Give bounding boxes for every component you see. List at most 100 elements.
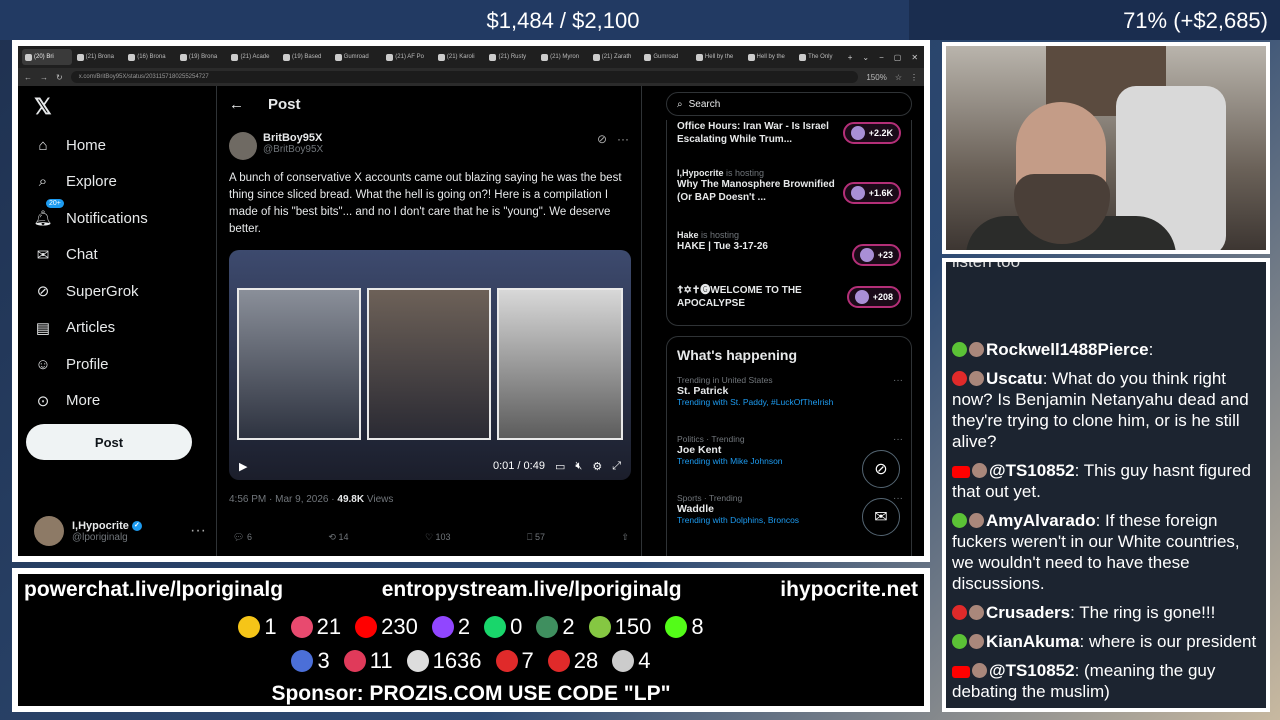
forward-icon[interactable]: → — [40, 73, 48, 82]
more-dots-icon[interactable]: ··· — [893, 434, 903, 445]
browser-tab[interactable]: (21) Zarath — [590, 49, 640, 65]
trend-related-links[interactable]: St. Paddy, #LuckOfTheIrish — [730, 397, 833, 407]
grok-fab-icon[interactable]: ⊘ — [862, 450, 900, 488]
space-listeners-pill[interactable]: +23 — [851, 244, 901, 266]
avatar[interactable] — [229, 132, 257, 160]
settings-icon[interactable]: ⚙ — [592, 460, 602, 473]
account-switcher[interactable]: I,Hypocrite ✓ @lporiginalg ··· — [34, 516, 206, 546]
browser-tab[interactable]: (21) Myron — [538, 49, 588, 65]
chat-username[interactable]: AmyAlvarado — [986, 511, 1096, 530]
browser-tab[interactable]: (16) Brona — [125, 49, 175, 65]
post-header: ← Post — [229, 96, 301, 113]
stream-link[interactable]: ihypocrite.net — [780, 578, 918, 602]
space-listeners-pill[interactable]: +1.6K — [842, 182, 901, 204]
video-frame-right — [497, 288, 623, 440]
live-spaces-panel: Office Hours: Iran War - Is Israel Escal… — [666, 120, 912, 326]
reply-button[interactable]: 💬︎ 6 — [233, 532, 252, 543]
close-window-button[interactable]: ✕ — [911, 53, 918, 62]
like-count: 103 — [435, 532, 451, 542]
space-listeners-pill[interactable]: +208 — [846, 286, 901, 308]
bookmark-button[interactable]: ⎕ 57 — [527, 532, 545, 543]
share-icon[interactable]: ⇧ — [621, 532, 629, 543]
more-dots-icon[interactable]: ··· — [893, 375, 903, 386]
stream-link[interactable]: entropystream.live/lporiginalg — [382, 578, 682, 602]
search-input[interactable]: ⌕ Search — [666, 92, 912, 116]
extensions-icon[interactable]: ⋮ — [910, 73, 918, 82]
post-timestamp[interactable]: 4:56 PM · Mar 9, 2026 · — [229, 494, 337, 505]
more-dots-icon[interactable]: ··· — [190, 522, 206, 540]
nav-item-profile[interactable]: ☺ Profile — [34, 355, 108, 373]
browser-tab[interactable]: (21) Rusty — [486, 49, 536, 65]
x-logo-icon[interactable]: 𝕏 — [34, 94, 52, 120]
browser-tab[interactable]: The Only — [796, 49, 846, 65]
repost-button[interactable]: ⟲ 14 — [328, 532, 348, 543]
stream-link[interactable]: powerchat.live/lporiginalg — [24, 578, 283, 602]
chat-username[interactable]: KianAkuma — [986, 632, 1080, 651]
address-bar[interactable]: x.com/BritBoy95X/status/2031157180255254… — [70, 71, 859, 83]
nav-item-articles[interactable]: ▤ Articles — [34, 319, 115, 337]
maximize-button[interactable]: ▢ — [894, 53, 902, 62]
chat-username[interactable]: Rockwell1488Pierce — [986, 340, 1149, 359]
live-space-item[interactable]: ☦✡✝🅖WELCOME TO THE APOCALYPSE +208 — [677, 284, 907, 310]
reload-icon[interactable]: ↻ — [56, 73, 63, 82]
live-space-item[interactable]: Hake is hosting HAKE | Tue 3-17-26 +23 — [677, 230, 907, 266]
live-space-item[interactable]: I,Hypocrite is hosting Why The Manosphere… — [677, 168, 907, 204]
browser-tab[interactable]: Hell by the — [745, 49, 795, 65]
browser-tab[interactable]: (21) AF Po — [383, 49, 433, 65]
tab-list-button[interactable]: ⌄ — [862, 53, 869, 62]
browser-tab[interactable]: (21) Karoli — [435, 49, 485, 65]
nav-item-label: SuperGrok — [66, 282, 139, 300]
post-button[interactable]: Post — [26, 424, 192, 460]
more-dots-icon[interactable]: ··· — [893, 493, 903, 504]
back-arrow-icon[interactable]: ← — [229, 96, 244, 113]
like-button[interactable]: ♡ 103 — [425, 532, 451, 543]
chat-username[interactable]: Crusaders — [986, 603, 1070, 622]
live-space-item[interactable]: Office Hours: Iran War - Is Israel Escal… — [677, 120, 907, 146]
viewer-count: 7 — [495, 648, 534, 674]
browser-tab[interactable]: (21) Brona — [74, 49, 124, 65]
mail-icon: ✉ — [36, 246, 50, 264]
zoom-level[interactable]: 150% — [866, 73, 886, 82]
browser-tab[interactable]: (19) Based — [280, 49, 330, 65]
minimize-button[interactable]: − — [879, 53, 884, 62]
chat-username[interactable]: @TS10852 — [989, 461, 1075, 480]
stream-links: powerchat.live/lporiginalg entropystream.… — [24, 578, 918, 602]
trend-related-links[interactable]: Dolphins, Broncos — [730, 515, 799, 525]
space-listeners-pill[interactable]: +2.2K — [842, 122, 901, 144]
browser-tab[interactable]: Gumroad — [641, 49, 691, 65]
fullscreen-icon[interactable]: ⤢ — [612, 460, 621, 473]
nav-item-more[interactable]: ⊙ More — [34, 392, 100, 410]
video-player[interactable]: ▶ 0:01 / 0:49 ▭ 🔇︎ ⚙ ⤢ — [229, 250, 631, 480]
browser-tab[interactable]: Hell by the — [693, 49, 743, 65]
nav-item-supergrok[interactable]: ⊘ SuperGrok — [34, 282, 139, 301]
nav-item-label: More — [66, 392, 101, 409]
nav-item-chat[interactable]: ✉ Chat — [34, 246, 98, 264]
avatar — [972, 663, 987, 678]
more-dots-icon[interactable]: ··· — [617, 132, 629, 160]
messages-fab-icon[interactable]: ✉ — [862, 498, 900, 536]
browser-tab[interactable]: (21) Acade — [228, 49, 278, 65]
bookmark-star-icon[interactable]: ☆ — [895, 73, 902, 82]
browser-tab[interactable]: (20) Bri — [22, 49, 72, 65]
nav-item-explore[interactable]: ⌕ Explore — [34, 173, 117, 191]
trend-item[interactable]: Trending in United States St. Patrick Tren… — [677, 375, 903, 407]
mute-icon[interactable]: 🔇︎ — [575, 460, 582, 473]
nav-item-home[interactable]: ⌂ Home — [34, 136, 106, 154]
author-handle[interactable]: @BritBoy95X — [263, 144, 323, 155]
notification-badge: 20+ — [46, 199, 64, 208]
grok-icon[interactable]: ⊘ — [597, 132, 607, 160]
back-icon[interactable]: ← — [24, 73, 32, 82]
nav-item-notifications[interactable]: 🔔︎ 20+ Notifications — [33, 199, 148, 227]
avatar — [34, 516, 64, 546]
author-name[interactable]: BritBoy95X — [263, 132, 323, 144]
listener-avatar — [859, 248, 874, 262]
chat-username[interactable]: @TS10852 — [989, 661, 1075, 680]
new-tab-button[interactable]: + — [848, 53, 853, 62]
trend-related-links[interactable]: Mike Johnson — [730, 456, 782, 466]
browser-tab[interactable]: (19) Brona — [177, 49, 227, 65]
play-icon[interactable]: ▶ — [239, 460, 247, 473]
captions-icon[interactable]: ▭ — [555, 460, 565, 473]
chat-username[interactable]: Uscatu — [986, 369, 1043, 388]
stream-stats-box: powerchat.live/lporiginalg entropystream.… — [12, 568, 930, 712]
browser-tab[interactable]: Gumroad — [332, 49, 382, 65]
